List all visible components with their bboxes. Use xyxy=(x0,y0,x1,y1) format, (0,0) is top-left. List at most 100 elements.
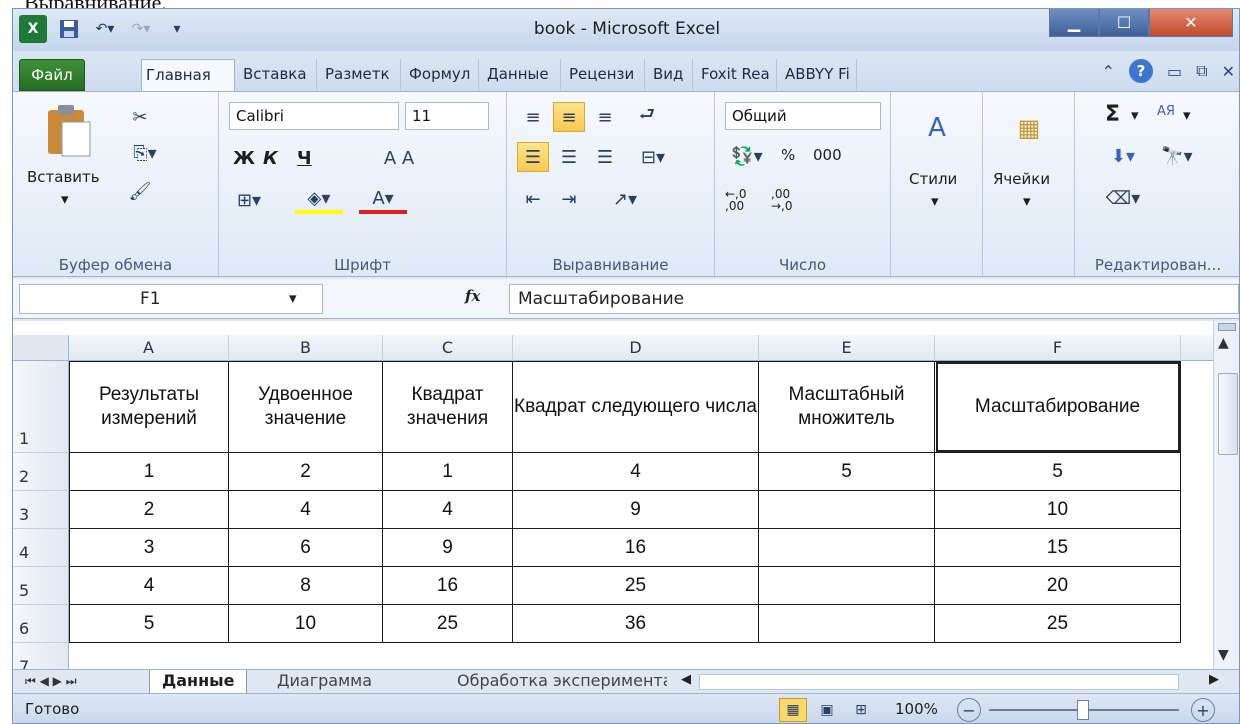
table-cell[interactable]: 9 xyxy=(513,491,759,529)
table-cell[interactable]: 16 xyxy=(383,567,513,605)
header-cell-e[interactable]: Масштабный множитель xyxy=(759,361,935,453)
tab-abbyy[interactable]: ABBYY Fi xyxy=(781,59,857,91)
worksheet-grid[interactable]: A B C D E F 1 2 3 4 5 6 7 Результаты изм… xyxy=(13,321,1213,669)
copy-icon[interactable]: ⎘▾ xyxy=(125,138,165,168)
table-cell[interactable] xyxy=(759,529,935,567)
tab-insert[interactable]: Вставка xyxy=(239,59,317,91)
table-cell[interactable]: 25 xyxy=(935,605,1181,643)
table-cell[interactable]: 16 xyxy=(513,529,759,567)
font-name-select[interactable]: Calibri xyxy=(229,102,399,130)
table-cell[interactable]: 5 xyxy=(759,453,935,491)
horizontal-scrollbar[interactable] xyxy=(699,674,1179,690)
table-cell[interactable]: 4 xyxy=(229,491,383,529)
currency-icon[interactable]: 💱▾ xyxy=(725,142,769,170)
table-cell[interactable]: 10 xyxy=(229,605,383,643)
font-size-select[interactable]: 11 xyxy=(405,102,489,130)
table-cell[interactable]: 6 xyxy=(229,529,383,567)
tab-home[interactable]: Главная xyxy=(141,59,235,91)
tab-page-layout[interactable]: Разметк xyxy=(321,59,401,91)
cut-icon[interactable]: ✂ xyxy=(125,102,155,132)
zoom-in-icon[interactable]: + xyxy=(1191,698,1215,722)
scroll-down-icon[interactable]: ▼ xyxy=(1218,647,1229,663)
tab-data[interactable]: Данные xyxy=(483,59,561,91)
column-header-f[interactable]: F xyxy=(935,335,1181,361)
borders-icon[interactable]: ⊞▾ xyxy=(229,186,269,214)
table-cell[interactable]: 9 xyxy=(383,529,513,567)
sheet-nav-icons[interactable]: ⏮ ◀ ▶ ⏭ xyxy=(13,670,89,694)
hscroll-left-icon[interactable]: ◀ xyxy=(681,672,691,687)
fx-button[interactable]: fx xyxy=(465,287,480,305)
thousands-button[interactable]: 000 xyxy=(813,146,842,164)
close-doc-icon[interactable]: ✕ xyxy=(1222,62,1235,81)
italic-button[interactable]: К xyxy=(263,148,278,169)
normal-view-icon[interactable]: ▦ xyxy=(779,698,807,722)
styles-icon[interactable]: A xyxy=(915,106,959,150)
merge-center-icon[interactable]: ⊟▾ xyxy=(631,142,675,172)
hscroll-right-icon[interactable]: ▶ xyxy=(1209,672,1219,687)
find-select-icon[interactable]: 🔭▾ xyxy=(1155,142,1199,170)
formula-input[interactable]: Масштабирование xyxy=(509,284,1239,314)
cells-label[interactable]: Ячейки xyxy=(993,170,1050,188)
row-header-3[interactable]: 3 xyxy=(13,491,69,529)
page-break-view-icon[interactable]: ⊞ xyxy=(847,698,875,722)
fill-color-icon[interactable]: ◈▾ xyxy=(295,186,343,214)
autosum-dropdown-icon[interactable]: ▾ xyxy=(1131,106,1139,124)
split-box-icon[interactable] xyxy=(1218,323,1236,331)
orientation-icon[interactable]: ↗▾ xyxy=(603,184,647,214)
table-cell[interactable]: 5 xyxy=(935,453,1181,491)
table-cell[interactable] xyxy=(759,491,935,529)
table-cell[interactable]: 1 xyxy=(69,453,229,491)
close-button[interactable]: ✕ xyxy=(1149,9,1233,37)
table-cell[interactable]: 20 xyxy=(935,567,1181,605)
tab-foxit[interactable]: Foxit Rea xyxy=(697,59,777,91)
grow-font-icon[interactable]: A A xyxy=(369,144,429,172)
sort-filter-dropdown-icon[interactable]: ▾ xyxy=(1183,106,1191,124)
table-cell[interactable]: 2 xyxy=(69,491,229,529)
scroll-thumb[interactable] xyxy=(1218,373,1238,455)
column-header-a[interactable]: A xyxy=(69,335,229,361)
scroll-up-icon[interactable]: ▲ xyxy=(1218,335,1229,351)
name-box[interactable]: F1 xyxy=(19,284,323,314)
column-header-d[interactable]: D xyxy=(513,335,759,361)
table-cell[interactable]: 36 xyxy=(513,605,759,643)
styles-dropdown-icon[interactable]: ▾ xyxy=(931,192,939,210)
table-cell[interactable]: 25 xyxy=(513,567,759,605)
cells-dropdown-icon[interactable]: ▾ xyxy=(1023,192,1031,210)
tab-review[interactable]: Рецензи xyxy=(565,59,645,91)
row-header-1[interactable]: 1 xyxy=(13,361,69,453)
header-cell-f[interactable]: Масштабирование xyxy=(935,361,1181,453)
align-left-icon[interactable]: ☰ xyxy=(517,142,549,172)
row-header-7[interactable]: 7 xyxy=(13,643,69,669)
table-cell[interactable]: 5 xyxy=(69,605,229,643)
zoom-slider-thumb[interactable] xyxy=(1077,700,1089,720)
minimize-button[interactable]: ▁ xyxy=(1049,9,1099,37)
table-cell[interactable] xyxy=(759,605,935,643)
header-cell-c[interactable]: Квадрат значения xyxy=(383,361,513,453)
collapse-ribbon-icon[interactable]: ⌃ xyxy=(1102,62,1115,81)
row-header-5[interactable]: 5 xyxy=(13,567,69,605)
table-cell[interactable]: 10 xyxy=(935,491,1181,529)
column-header-c[interactable]: C xyxy=(383,335,513,361)
zoom-level[interactable]: 100% xyxy=(895,700,938,718)
table-cell[interactable]: 1 xyxy=(383,453,513,491)
percent-button[interactable]: % xyxy=(781,146,795,164)
align-bottom-icon[interactable]: ≡ xyxy=(589,102,621,132)
tab-formulas[interactable]: Формул xyxy=(405,59,479,91)
row-header-4[interactable]: 4 xyxy=(13,529,69,567)
cells-icon[interactable]: ▦ xyxy=(1007,106,1051,150)
number-format-select[interactable]: Общий xyxy=(725,102,881,130)
zoom-out-icon[interactable]: − xyxy=(957,698,981,722)
header-cell-d[interactable]: Квадрат следующего числа xyxy=(513,361,759,453)
format-painter-icon[interactable]: 🖌 xyxy=(125,176,155,206)
paste-dropdown-icon[interactable]: ▾ xyxy=(61,190,69,208)
table-cell[interactable]: 4 xyxy=(383,491,513,529)
sort-filter-button[interactable]: АЯ xyxy=(1157,104,1175,119)
vertical-scrollbar[interactable]: ▲ ▼ xyxy=(1213,321,1239,669)
header-cell-b[interactable]: Удвоенное значение xyxy=(229,361,383,453)
tab-file[interactable]: Файл xyxy=(19,59,85,91)
styles-label[interactable]: Стили xyxy=(909,170,957,188)
align-right-icon[interactable]: ☰ xyxy=(589,142,621,172)
row-header-6[interactable]: 6 xyxy=(13,605,69,643)
table-cell[interactable]: 2 xyxy=(229,453,383,491)
column-header-b[interactable]: B xyxy=(229,335,383,361)
